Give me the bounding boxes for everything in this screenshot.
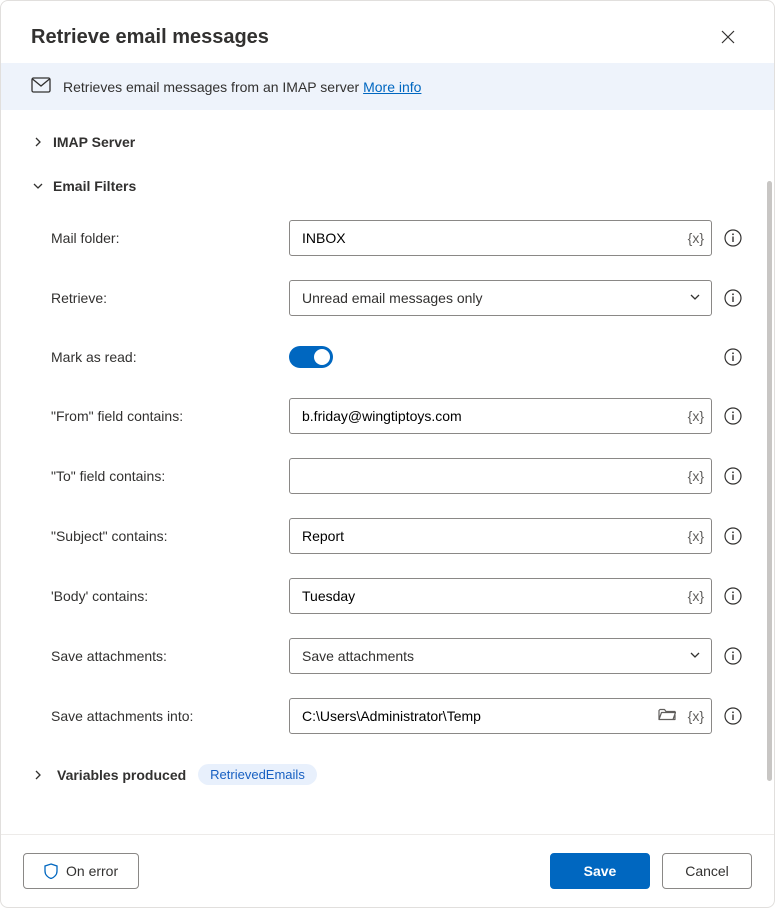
dropdown-save-attachments-value: Save attachments bbox=[302, 648, 414, 664]
cancel-button[interactable]: Cancel bbox=[662, 853, 752, 889]
section-email-filters[interactable]: Email Filters bbox=[31, 164, 744, 208]
variable-badge[interactable]: RetrievedEmails bbox=[198, 764, 317, 785]
close-button[interactable] bbox=[712, 21, 744, 53]
more-info-link[interactable]: More info bbox=[363, 79, 421, 95]
on-error-label: On error bbox=[66, 863, 118, 879]
info-icon[interactable] bbox=[722, 346, 744, 368]
label-to-contains: "To" field contains: bbox=[51, 468, 289, 484]
info-icon[interactable] bbox=[722, 705, 744, 727]
label-subject-contains: "Subject" contains: bbox=[51, 528, 289, 544]
variables-produced-label: Variables produced bbox=[57, 767, 186, 783]
dropdown-save-attachments[interactable]: Save attachments bbox=[289, 638, 712, 674]
section-variables-produced[interactable]: Variables produced RetrievedEmails bbox=[31, 746, 744, 803]
info-icon[interactable] bbox=[722, 645, 744, 667]
label-mark-as-read: Mark as read: bbox=[51, 349, 289, 365]
dropdown-retrieve-value: Unread email messages only bbox=[302, 290, 483, 306]
variable-token-button[interactable]: {x} bbox=[688, 708, 704, 724]
row-retrieve: Retrieve: Unread email messages only bbox=[31, 268, 744, 328]
section-filters-title: Email Filters bbox=[53, 178, 136, 194]
label-body-contains: 'Body' contains: bbox=[51, 588, 289, 604]
browse-folder-button[interactable] bbox=[658, 708, 676, 725]
row-to-contains: "To" field contains: {x} bbox=[31, 446, 744, 506]
info-icon[interactable] bbox=[722, 405, 744, 427]
info-icon[interactable] bbox=[722, 287, 744, 309]
row-from-contains: "From" field contains: {x} bbox=[31, 386, 744, 446]
info-icon[interactable] bbox=[722, 525, 744, 547]
info-icon[interactable] bbox=[722, 585, 744, 607]
input-body-contains[interactable] bbox=[289, 578, 712, 614]
row-save-attachments-into: Save attachments into: {x} bbox=[31, 686, 744, 746]
dialog-title: Retrieve email messages bbox=[31, 26, 269, 49]
label-retrieve: Retrieve: bbox=[51, 290, 289, 306]
mail-icon bbox=[31, 77, 51, 96]
info-icon[interactable] bbox=[722, 227, 744, 249]
chevron-right-icon bbox=[31, 135, 45, 149]
chevron-down-icon bbox=[31, 179, 45, 193]
dialog-body: IMAP Server Email Filters Mail folder: {… bbox=[1, 110, 774, 834]
row-save-attachments: Save attachments: Save attachments bbox=[31, 626, 744, 686]
scrollbar[interactable] bbox=[767, 181, 772, 781]
section-imap-server[interactable]: IMAP Server bbox=[31, 120, 744, 164]
label-save-attachments-into: Save attachments into: bbox=[51, 708, 289, 724]
dialog-retrieve-email: Retrieve email messages Retrieves email … bbox=[0, 0, 775, 908]
on-error-button[interactable]: On error bbox=[23, 853, 139, 889]
toggle-mark-as-read[interactable] bbox=[289, 346, 333, 368]
footer-actions: Save Cancel bbox=[550, 853, 752, 889]
dialog-footer: On error Save Cancel bbox=[1, 834, 774, 907]
input-from-contains[interactable] bbox=[289, 398, 712, 434]
chevron-down-icon bbox=[689, 648, 701, 664]
folder-icon bbox=[658, 708, 676, 722]
label-save-attachments: Save attachments: bbox=[51, 648, 289, 664]
info-icon[interactable] bbox=[722, 465, 744, 487]
row-mark-as-read: Mark as read: bbox=[31, 328, 744, 386]
chevron-right-icon bbox=[31, 768, 45, 782]
label-mail-folder: Mail folder: bbox=[51, 230, 289, 246]
label-from-contains: "From" field contains: bbox=[51, 408, 289, 424]
row-subject-contains: "Subject" contains: {x} bbox=[31, 506, 744, 566]
input-save-attachments-into[interactable] bbox=[289, 698, 712, 734]
save-button[interactable]: Save bbox=[550, 853, 650, 889]
variable-token-button[interactable]: {x} bbox=[688, 468, 704, 484]
close-icon bbox=[721, 30, 735, 44]
row-body-contains: 'Body' contains: {x} bbox=[31, 566, 744, 626]
row-mail-folder: Mail folder: {x} bbox=[31, 208, 744, 268]
input-subject-contains[interactable] bbox=[289, 518, 712, 554]
variable-token-button[interactable]: {x} bbox=[688, 230, 704, 246]
input-to-contains[interactable] bbox=[289, 458, 712, 494]
section-imap-title: IMAP Server bbox=[53, 134, 135, 150]
variable-token-button[interactable]: {x} bbox=[688, 588, 704, 604]
variable-token-button[interactable]: {x} bbox=[688, 408, 704, 424]
banner-text: Retrieves email messages from an IMAP se… bbox=[63, 79, 421, 95]
banner-description: Retrieves email messages from an IMAP se… bbox=[63, 79, 363, 95]
dialog-header: Retrieve email messages bbox=[1, 1, 774, 63]
dropdown-retrieve[interactable]: Unread email messages only bbox=[289, 280, 712, 316]
info-banner: Retrieves email messages from an IMAP se… bbox=[1, 63, 774, 110]
input-mail-folder[interactable] bbox=[289, 220, 712, 256]
shield-icon bbox=[44, 863, 58, 879]
chevron-down-icon bbox=[689, 290, 701, 306]
variable-token-button[interactable]: {x} bbox=[688, 528, 704, 544]
